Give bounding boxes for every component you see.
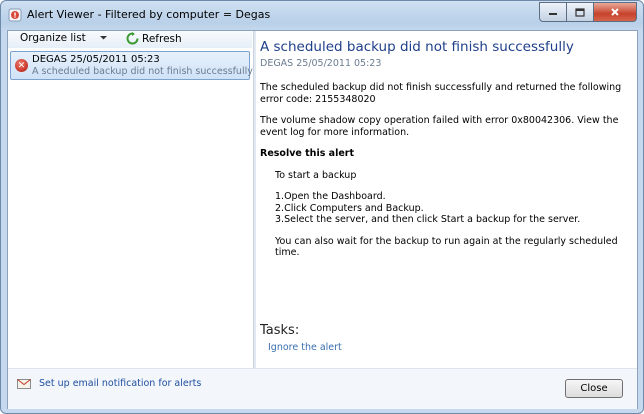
step-2: 2.Click Computers and Backup.	[275, 202, 424, 214]
alert-list-item[interactable]: ✕ DEGAS 25/05/2011 05:23 A scheduled bac…	[10, 51, 253, 80]
organize-list-label: Organize list	[20, 32, 86, 44]
footer-bar: Set up email notification for alerts Clo…	[8, 368, 637, 409]
minimize-icon	[549, 13, 557, 15]
alert-viewer-window: Alert Viewer - Filtered by computer = De…	[0, 0, 644, 414]
alert-viewer-app-icon	[8, 8, 22, 22]
close-icon	[611, 8, 619, 16]
email-icon	[17, 379, 31, 389]
alert-detail-title: A scheduled backup did not finish succes…	[260, 39, 574, 55]
alert-detail-pane: A scheduled backup did not finish succes…	[260, 31, 632, 368]
refresh-label: Refresh	[142, 32, 182, 45]
error-icon: ✕	[15, 59, 28, 72]
tasks-heading: Tasks:	[260, 323, 300, 338]
maximize-button[interactable]	[567, 2, 594, 22]
step-3: 3.Select the server, and then click Star…	[275, 214, 581, 225]
close-window-button[interactable]	[594, 2, 637, 22]
pane-splitter[interactable]	[253, 31, 256, 368]
resolve-steps: To start a backup 1.Open the Dashboard. …	[260, 170, 630, 259]
organize-list-menu[interactable]: Organize list	[20, 32, 108, 44]
title-bar[interactable]: Alert Viewer - Filtered by computer = De…	[1, 1, 643, 30]
maximize-icon	[575, 7, 585, 17]
refresh-icon	[126, 32, 139, 45]
alert-list: ✕ DEGAS 25/05/2011 05:23 A scheduled bac…	[8, 48, 253, 368]
refresh-button[interactable]: Refresh	[126, 32, 182, 45]
ignore-alert-link[interactable]: Ignore the alert	[268, 342, 342, 353]
alert-item-title: DEGAS 25/05/2011 05:23	[32, 54, 160, 65]
email-notification-link[interactable]: Set up email notification for alerts	[39, 378, 201, 389]
wait-text: You can also wait for the backup to run …	[275, 235, 618, 259]
toolbar: Organize list Refresh	[8, 31, 252, 49]
alert-detail-body: The scheduled backup did not finish succ…	[260, 82, 630, 269]
start-backup-intro: To start a backup	[275, 169, 357, 181]
window-title: Alert Viewer - Filtered by computer = De…	[27, 8, 271, 21]
window-controls	[539, 2, 637, 22]
chevron-down-icon	[99, 36, 107, 40]
close-button[interactable]: Close	[565, 379, 623, 398]
alert-description: The scheduled backup did not finish succ…	[260, 82, 622, 105]
alert-item-subtitle: A scheduled backup did not finish succes…	[32, 66, 253, 77]
alert-error-detail: The volume shadow copy operation failed …	[260, 115, 619, 138]
step-1: 1.Open the Dashboard.	[275, 191, 386, 202]
resolve-heading: Resolve this alert	[260, 148, 354, 159]
minimize-button[interactable]	[539, 2, 567, 22]
client-area: Organize list Refresh ✕ DEGAS 25/05/2011…	[7, 30, 638, 409]
alert-detail-date: DEGAS 25/05/2011 05:23	[260, 58, 382, 69]
